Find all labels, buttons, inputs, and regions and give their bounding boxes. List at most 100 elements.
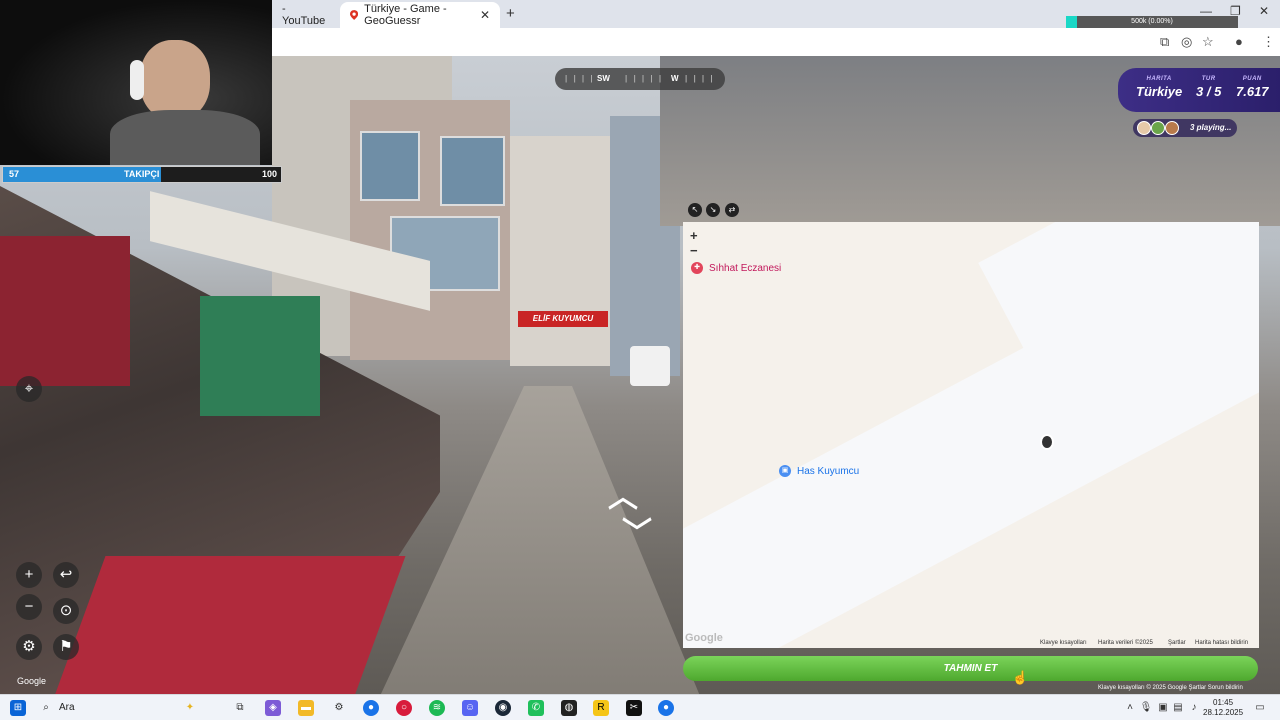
poi-pharmacy[interactable]: ✚ Sıhhat Eczanesi [691, 262, 781, 274]
map-zoom-out-button[interactable]: − [690, 243, 698, 258]
screen: - YouTube Türkiye - Game - GeoGuessr ✕ +… [0, 0, 1280, 720]
tab-geoguessr-label: Türkiye - Game - GeoGuessr [364, 3, 447, 27]
sparkle-icon: ✦ [185, 702, 195, 713]
red-table [54, 556, 406, 694]
eye-off-icon[interactable]: ◎ [1181, 34, 1192, 50]
discord-icon[interactable]: ☺ [462, 700, 478, 716]
pharmacy-icon: ✚ [691, 262, 703, 274]
gear-icon[interactable]: ⚙ [16, 634, 42, 660]
follower-goal: 100 [262, 169, 278, 179]
tab-youtube[interactable]: - YouTube [272, 2, 338, 28]
chevron-up-icon[interactable]: ˄ [1122, 700, 1138, 716]
map-google-logo: Google [685, 632, 723, 644]
google-watermark: Google [17, 676, 47, 686]
copilot-icon[interactable]: ◈ [265, 700, 281, 716]
avatar[interactable]: ● [1235, 34, 1243, 49]
webcam-overlay [0, 0, 272, 165]
spotify-icon[interactable]: ≋ [429, 700, 445, 716]
obs-icon[interactable]: ◍ [561, 700, 577, 716]
taskbar: ⊞ ⌕ Ara ✦ ⧉ ◈ ▬ ⚙ ● ○ ≋ ☺ ◉ ✆ ◍ R ✂ ● ˄ … [0, 694, 1280, 720]
streamer-face [140, 40, 210, 120]
undo-button[interactable]: ↩ [53, 562, 79, 588]
tab-geoguessr[interactable]: Türkiye - Game - GeoGuessr ✕ [340, 2, 500, 28]
round-value: 3 / 5 [1196, 84, 1222, 99]
steam-icon[interactable]: ◉ [495, 700, 511, 716]
location-pin-icon[interactable]: ⌖ [16, 376, 42, 402]
volume-icon[interactable]: ♪ [1186, 700, 1202, 716]
players-badge[interactable]: 3 playing... [1133, 119, 1237, 137]
guess-button[interactable]: TAHMIN ET [683, 656, 1258, 681]
map-footer-report[interactable]: Harita hatası bildirin [1195, 640, 1248, 646]
whatsapp-icon[interactable]: ✆ [528, 700, 544, 716]
red-garment [0, 236, 130, 386]
close-tab-icon[interactable]: ✕ [480, 8, 490, 22]
return-to-start-icon[interactable]: ⊙ [53, 598, 79, 624]
compass-dir-w: W [671, 74, 679, 83]
clock-time: 01:45 [1213, 698, 1234, 707]
tray-app-icon[interactable]: ▣ [1155, 700, 1171, 716]
stream-stats-text: 500k (0.00%) [1131, 18, 1173, 25]
white-van [630, 346, 670, 386]
map-zoom-in-button[interactable]: + [690, 228, 698, 243]
zoom-out-button[interactable]: − [16, 594, 42, 620]
poi-jeweler[interactable]: ▣ Has Kuyumcu [779, 465, 859, 477]
map-shrink-icon[interactable]: ↘ [706, 203, 720, 217]
green-garment [200, 296, 320, 416]
stream-stats-bar: 500k (0.00%) [1066, 16, 1238, 28]
score-label: PUAN [1242, 76, 1262, 82]
chrome-active-icon[interactable]: ● [658, 700, 674, 716]
settings-icon[interactable]: ⚙ [331, 700, 347, 716]
opera-icon[interactable]: ○ [396, 700, 412, 716]
tab-youtube-label: - YouTube [282, 3, 326, 27]
streamer-shirt [110, 110, 260, 165]
cursor-hand-icon: ☝ [1012, 670, 1029, 685]
clock-date: 28.12.2025 [1203, 708, 1244, 717]
map-pin-toggle-icon[interactable]: ⇄ [725, 203, 739, 217]
windows-start-icon[interactable]: ⊞ [10, 700, 26, 716]
new-tab-button[interactable]: + [506, 5, 515, 22]
map-footer-shortcuts[interactable]: Klavye kısayolları [1040, 640, 1087, 646]
follower-label: TAKIPÇI [124, 169, 160, 179]
guess-marker-icon[interactable] [1040, 434, 1054, 450]
game-status-panel: HARITA Türkiye TUR 3 / 5 PUAN 7.617 [1118, 68, 1280, 112]
map-label: HARITA [1146, 76, 1172, 82]
shop-sign: ELİF KUYUMCU [518, 311, 608, 327]
poi-jeweler-label: Has Kuyumcu [797, 465, 860, 477]
players-count: 3 playing... [1190, 123, 1232, 132]
guess-map[interactable]: + − ✚ Sıhhat Eczanesi ▣ Has Kuyumcu Goog… [683, 222, 1259, 648]
shopping-bag-icon: ▣ [779, 465, 791, 477]
microphone-icon[interactable]: 🎙 [1138, 700, 1154, 716]
round-label: TUR [1201, 76, 1216, 82]
star-icon[interactable]: ☆ [1202, 34, 1214, 50]
folder-icon[interactable]: ▬ [298, 700, 314, 716]
system-clock[interactable]: 01:45 28.12.2025 [1203, 698, 1243, 718]
player-avatar [1151, 121, 1165, 135]
network-icon[interactable]: ▤ [1170, 700, 1186, 716]
follower-goal-bar: 57 TAKIPÇI 100 [2, 166, 282, 183]
score-value: 7.617 [1236, 84, 1269, 99]
search-icon[interactable]: ⌕ [38, 700, 54, 716]
cast-icon[interactable]: ⧉ [1160, 34, 1169, 50]
zoom-in-button[interactable]: + [16, 562, 42, 588]
nav-arrow-back[interactable]: ﹀ [622, 508, 652, 552]
compass-dir-sw: SW [597, 74, 610, 83]
poi-pharmacy-label: Sıhhat Eczanesi [709, 262, 782, 274]
player-avatar [1137, 121, 1151, 135]
compass: | | | | SW | | | | | W | | | | [555, 68, 725, 90]
taskbar-search-label[interactable]: Ara [59, 702, 75, 713]
player-avatar [1165, 121, 1179, 135]
menu-icon[interactable]: ⋮ [1262, 34, 1275, 50]
map-expand-icon[interactable]: ↖ [688, 203, 702, 217]
map-footer-terms[interactable]: Şartlar [1168, 640, 1186, 646]
chrome-icon[interactable]: ● [363, 700, 379, 716]
map-value: Türkiye [1136, 84, 1183, 99]
map-pin-icon [350, 10, 359, 20]
riot-icon[interactable]: R [593, 700, 609, 716]
close-window-icon[interactable]: ✕ [1259, 4, 1269, 18]
capcut-icon[interactable]: ✂ [626, 700, 642, 716]
task-view-icon[interactable]: ⧉ [232, 700, 248, 716]
notification-icon[interactable]: ▭ [1252, 700, 1268, 716]
building-kuyumcu [510, 136, 610, 366]
flag-icon[interactable]: ⚑ [53, 634, 79, 660]
map-footer-data: Harita verileri ©2025 [1098, 640, 1153, 646]
